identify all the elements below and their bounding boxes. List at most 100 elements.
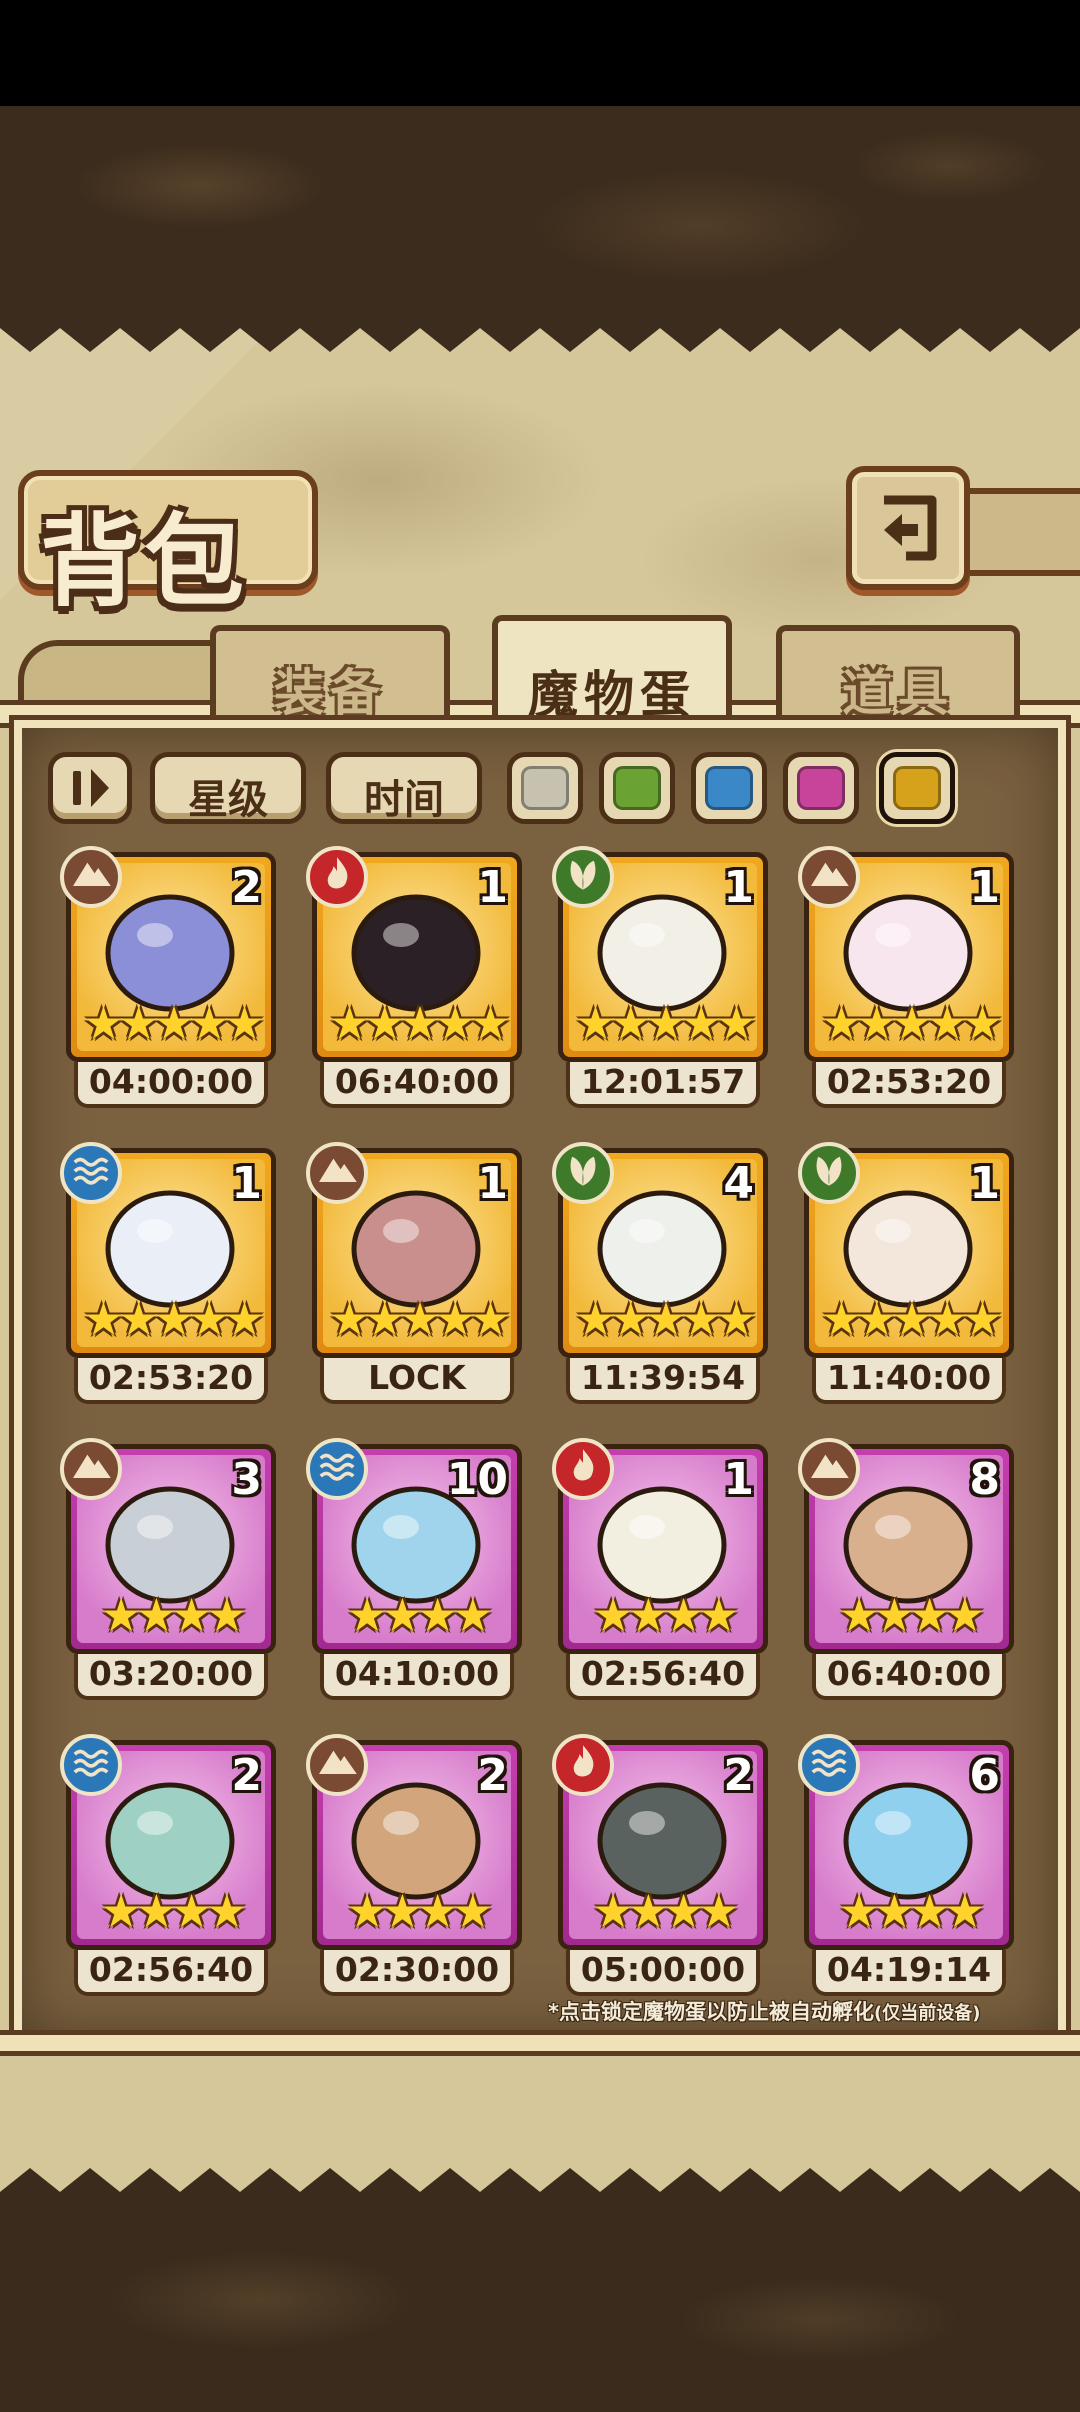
star-rating: ★★★★ (100, 1884, 248, 1938)
egg-slot[interactable]: 10 ★★★★ 04:10:00 (306, 1438, 522, 1704)
torn-edge-top (0, 300, 1080, 352)
egg-slot[interactable]: 1 ★★★★★ 06:40:00 (306, 846, 522, 1112)
back-button[interactable] (846, 466, 970, 590)
egg-count: 1 (723, 1454, 754, 1505)
star-rating: ★★★★ (838, 1884, 986, 1938)
egg-count: 1 (969, 862, 1000, 913)
tab-equipment[interactable]: 装备 (210, 625, 450, 722)
egg-count: 2 (723, 1750, 754, 1801)
hatch-timer: 03:20:00 (74, 1654, 268, 1700)
hatch-timer: 11:40:00 (812, 1358, 1006, 1404)
egg-count: 6 (969, 1750, 1000, 1801)
egg-count: 8 (969, 1454, 1000, 1505)
star-rating: ★★★★★ (82, 996, 265, 1050)
egg-slot[interactable]: 1 ★★★★★ LOCK (306, 1142, 522, 1408)
star-rating: ★★★★★ (574, 996, 757, 1050)
star-rating: ★★★★ (346, 1588, 494, 1642)
hatch-timer: 02:53:20 (74, 1358, 268, 1404)
star-rating: ★★★★★ (820, 1292, 1003, 1346)
egg-slot[interactable]: 6 ★★★★ 04:19:14 (798, 1734, 1014, 2000)
star-rating: ★★★★ (592, 1588, 740, 1642)
filter-color-blue[interactable] (691, 752, 767, 824)
filter-color-gray[interactable] (507, 752, 583, 824)
egg-slot[interactable]: 1 ★★★★★ 02:53:20 (798, 846, 1014, 1112)
element-leaf-icon (798, 1142, 860, 1204)
egg-slot[interactable]: 1 ★★★★ 02:56:40 (552, 1438, 768, 1704)
star-rating: ★★★★ (592, 1884, 740, 1938)
element-earth-icon (798, 1438, 860, 1500)
sort-by-time-label: 时间 (364, 777, 444, 823)
swatch (521, 766, 569, 810)
egg-count: 1 (969, 1158, 1000, 1209)
element-leaf-icon (552, 846, 614, 908)
element-fire-icon (552, 1734, 614, 1796)
page-title: 背包 (40, 502, 248, 620)
element-earth-icon (60, 846, 122, 908)
egg-count: 2 (231, 862, 262, 913)
element-earth-icon (306, 1142, 368, 1204)
hatch-timer: 02:56:40 (566, 1654, 760, 1700)
egg-slot[interactable]: 4 ★★★★★ 11:39:54 (552, 1142, 768, 1408)
filter-color-green[interactable] (599, 752, 675, 824)
tab-equipment-label: 装备 (274, 664, 386, 722)
egg-count: 10 (446, 1454, 508, 1505)
sort-order-button[interactable] (48, 752, 132, 824)
element-earth-icon (798, 846, 860, 908)
star-rating: ★★★★★ (820, 996, 1003, 1050)
egg-slot[interactable]: 8 ★★★★ 06:40:00 (798, 1438, 1014, 1704)
egg-count: 1 (477, 1158, 508, 1209)
swatch (613, 766, 661, 810)
lock-hint: *点击锁定魔物蛋以防止被自动孵化(仅当前设备) (548, 1996, 980, 2026)
egg-count: 4 (723, 1158, 754, 1209)
filter-color-pink[interactable] (783, 752, 859, 824)
filter-color-gold[interactable] (879, 752, 955, 824)
sort-by-time-button[interactable]: 时间 (326, 752, 482, 824)
hatch-timer: 05:00:00 (566, 1950, 760, 1996)
hatch-timer: 06:40:00 (812, 1654, 1006, 1700)
egg-slot[interactable]: 1 ★★★★★ 11:40:00 (798, 1142, 1014, 1408)
element-water-icon (798, 1734, 860, 1796)
star-rating: ★★★★★ (574, 1292, 757, 1346)
hatch-timer: 04:00:00 (74, 1062, 268, 1108)
egg-slot[interactable]: 2 ★★★★ 02:56:40 (60, 1734, 276, 2000)
header-rope (970, 488, 1080, 576)
star-rating: ★★★★ (346, 1884, 494, 1938)
star-rating: ★★★★★ (82, 1292, 265, 1346)
star-rating: ★★★★★ (328, 996, 511, 1050)
star-rating: ★★★★ (838, 1588, 986, 1642)
element-earth-icon (60, 1438, 122, 1500)
tab-monster-eggs-label: 魔物蛋 (528, 666, 696, 724)
hatch-timer: 02:30:00 (320, 1950, 514, 1996)
star-rating: ★★★★ (100, 1588, 248, 1642)
hatch-timer: LOCK (320, 1358, 514, 1404)
hatch-timer: 11:39:54 (566, 1358, 760, 1404)
egg-count: 2 (231, 1750, 262, 1801)
egg-count: 3 (231, 1454, 262, 1505)
status-bar (0, 0, 1080, 106)
egg-slot[interactable]: 2 ★★★★ 05:00:00 (552, 1734, 768, 2000)
egg-count: 1 (723, 862, 754, 913)
egg-slot[interactable]: 2 ★★★★ 02:30:00 (306, 1734, 522, 2000)
egg-slot[interactable]: 3 ★★★★ 03:20:00 (60, 1438, 276, 1704)
hatch-timer: 04:19:14 (812, 1950, 1006, 1996)
sort-by-stars-button[interactable]: 星级 (150, 752, 306, 824)
element-water-icon (306, 1438, 368, 1500)
egg-slot[interactable]: 1 ★★★★★ 12:01:57 (552, 846, 768, 1112)
back-arrow-icon (884, 495, 937, 561)
egg-count: 1 (477, 862, 508, 913)
egg-slot[interactable]: 1 ★★★★★ 02:53:20 (60, 1142, 276, 1408)
element-water-icon (60, 1734, 122, 1796)
element-earth-icon (306, 1734, 368, 1796)
lock-hint-suffix: (仅当前设备) (873, 2003, 981, 2024)
swatch (893, 766, 941, 810)
sort-by-stars-label: 星级 (188, 777, 268, 823)
map-background-top (0, 106, 1080, 306)
egg-count: 1 (231, 1158, 262, 1209)
hatch-timer: 12:01:57 (566, 1062, 760, 1108)
star-rating: ★★★★★ (328, 1292, 511, 1346)
tab-monster-eggs[interactable]: 魔物蛋 (492, 615, 732, 725)
element-leaf-icon (552, 1142, 614, 1204)
egg-slot[interactable]: 2 ★★★★★ 04:00:00 (60, 846, 276, 1112)
tab-items[interactable]: 道具 (776, 625, 1020, 722)
hatch-timer: 02:56:40 (74, 1950, 268, 1996)
